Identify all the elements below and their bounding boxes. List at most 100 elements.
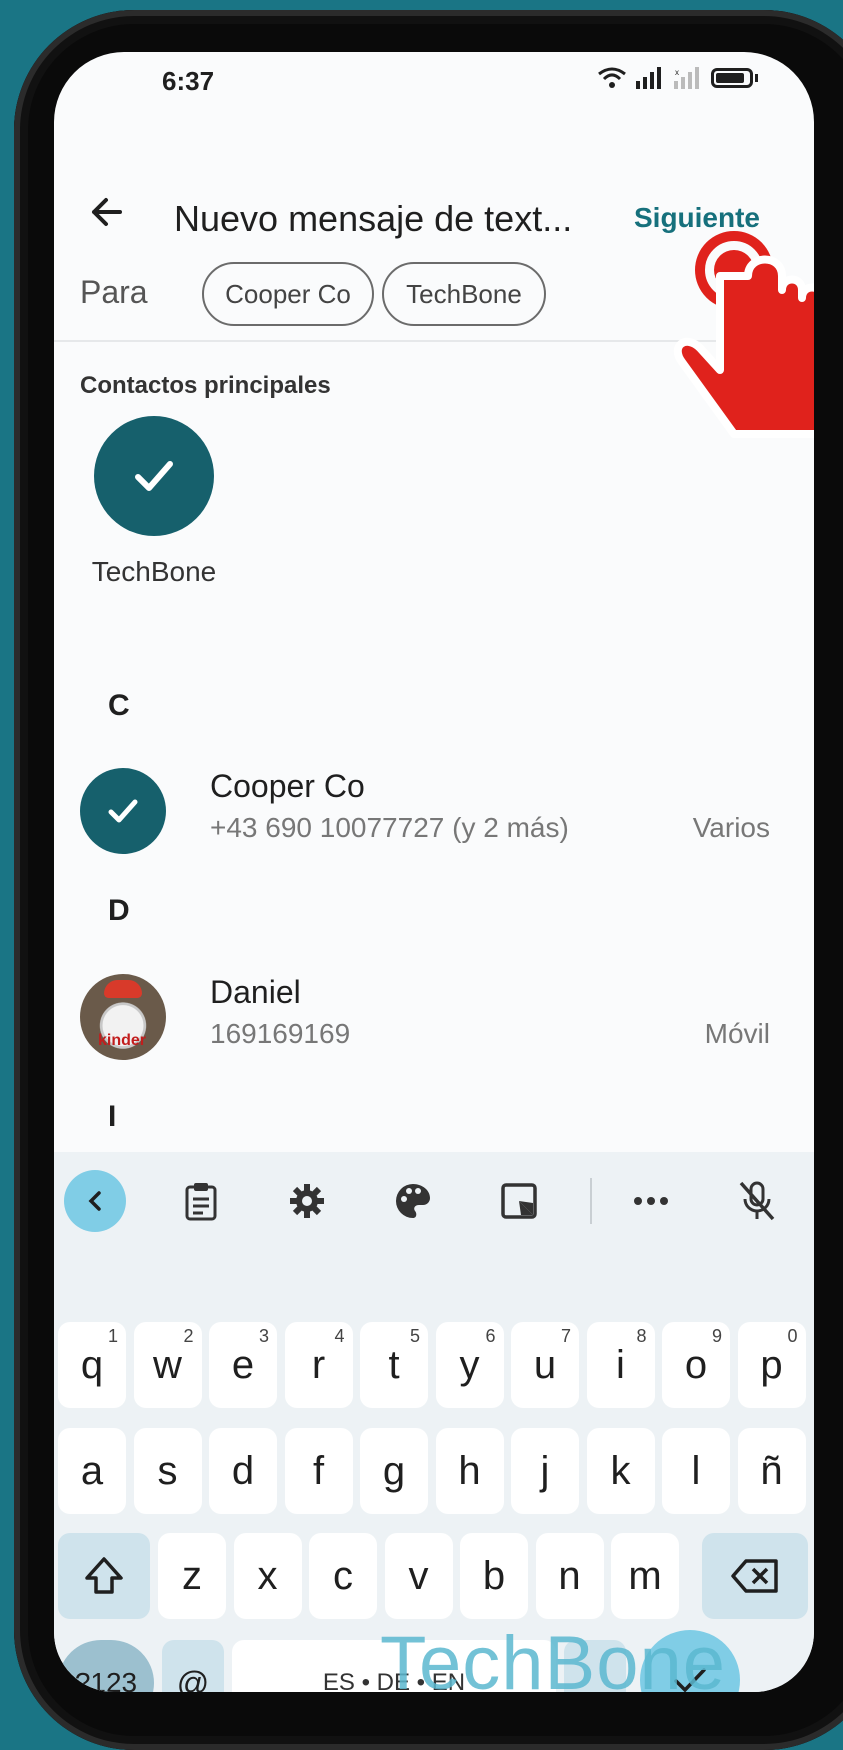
- contact-name: Cooper Co: [210, 768, 365, 804]
- check-icon: [108, 799, 138, 823]
- avatar-hat: [104, 980, 142, 998]
- top-contact-item[interactable]: TechBone: [92, 416, 216, 588]
- section-letter: I: [108, 1100, 117, 1133]
- svg-text:x: x: [675, 68, 679, 77]
- backspace-key[interactable]: [702, 1533, 808, 1619]
- key-label: r: [311, 1342, 326, 1387]
- key-n[interactable]: n: [535, 1533, 604, 1619]
- back-button[interactable]: [82, 188, 130, 236]
- key-s[interactable]: s: [133, 1428, 202, 1514]
- symbols-key[interactable]: ?123: [58, 1640, 154, 1692]
- key-label: y: [459, 1342, 480, 1387]
- phone-screen: 6:37 x Nuevo mensaje de text... Siguient…: [54, 52, 814, 1692]
- check-icon: [135, 461, 173, 491]
- clipboard-button[interactable]: [170, 1170, 232, 1232]
- battery-tip: [755, 74, 758, 82]
- key-hint: 3: [258, 1326, 269, 1346]
- contact-row[interactable]: Cooper Co +43 690 10077727 (y 2 más) Var…: [80, 764, 770, 854]
- status-time: 6:37: [162, 66, 215, 96]
- contact-type: Varios: [692, 812, 770, 843]
- keyboard-toolbar: [54, 1152, 814, 1250]
- arrow-left-icon: [92, 198, 122, 226]
- key-h[interactable]: h: [435, 1428, 504, 1514]
- keyboard: q1w2e3r4t5y6u7i8o9p0 asdfghjklñ zxcvbnm …: [54, 1152, 814, 1692]
- key-g[interactable]: g: [360, 1428, 428, 1514]
- section-letter: C: [108, 689, 130, 722]
- keyboard-collapse-button[interactable]: [64, 1170, 126, 1232]
- key-j[interactable]: j: [511, 1428, 579, 1514]
- page-title: Nuevo mensaje de text...: [174, 198, 573, 239]
- contact-number: 169169169: [210, 1018, 351, 1049]
- key-d[interactable]: d: [209, 1428, 277, 1514]
- key-k[interactable]: k: [586, 1428, 655, 1514]
- chevron-left-icon: [88, 1191, 101, 1211]
- contact-row[interactable]: kinder Daniel 169169169 Móvil: [80, 970, 770, 1060]
- key-q[interactable]: q1: [58, 1322, 126, 1408]
- key-o[interactable]: o9: [662, 1322, 730, 1408]
- top-contact-name: TechBone: [91, 556, 217, 587]
- selected-avatar: [94, 416, 214, 536]
- key-hint: 9: [711, 1326, 722, 1346]
- key-y[interactable]: y6: [435, 1322, 504, 1408]
- key-ñ[interactable]: ñ: [737, 1428, 806, 1514]
- key-label: i: [616, 1342, 625, 1387]
- signal-icon: [636, 67, 661, 89]
- status-bar: 6:37 x: [54, 52, 814, 112]
- key-hint: 6: [485, 1326, 496, 1346]
- section-label-top-contacts: Contactos principales: [80, 372, 331, 399]
- more-horizontal-icon: [634, 1197, 668, 1205]
- key-e[interactable]: e3: [209, 1322, 277, 1408]
- key-label: t: [388, 1342, 400, 1387]
- clipboard-icon: [185, 1183, 217, 1221]
- contact-number: +43 690 10077727 (y 2 más): [210, 812, 569, 843]
- key-m[interactable]: m: [611, 1533, 679, 1619]
- key-c[interactable]: c: [309, 1533, 377, 1619]
- key-label: p: [760, 1342, 783, 1387]
- avatar: kinder: [80, 974, 166, 1060]
- to-label: Para: [80, 274, 148, 310]
- palette-icon: [395, 1184, 430, 1218]
- key-r[interactable]: r4: [284, 1322, 353, 1408]
- watermark-text: TechBone: [380, 1621, 727, 1706]
- section-letter: D: [108, 894, 130, 927]
- recipient-chip[interactable]: TechBone: [382, 262, 546, 326]
- shift-icon: [85, 1557, 123, 1594]
- key-label: e: [231, 1342, 255, 1387]
- mic-off-icon: [739, 1181, 775, 1221]
- toolbar-divider: [590, 1178, 592, 1224]
- status-icons: x: [597, 66, 758, 90]
- contact-type: Móvil: [704, 1018, 770, 1049]
- gear-icon: [290, 1184, 324, 1218]
- key-a[interactable]: a: [58, 1428, 126, 1514]
- resize-button[interactable]: [488, 1170, 550, 1232]
- key-label: q: [80, 1342, 104, 1387]
- key-label: o: [684, 1342, 708, 1387]
- key-x[interactable]: x: [233, 1533, 302, 1619]
- battery-icon: [711, 68, 753, 88]
- key-l[interactable]: l: [662, 1428, 730, 1514]
- key-u[interactable]: u7: [511, 1322, 579, 1408]
- key-hint: 4: [334, 1326, 345, 1346]
- at-key[interactable]: @: [162, 1640, 224, 1692]
- key-p[interactable]: p0: [737, 1322, 806, 1408]
- key-hint: 2: [183, 1326, 194, 1346]
- more-button[interactable]: [620, 1170, 682, 1232]
- key-hint: 0: [787, 1326, 798, 1346]
- resize-icon: [501, 1183, 537, 1219]
- theme-button[interactable]: [382, 1170, 444, 1232]
- key-z[interactable]: z: [158, 1533, 226, 1619]
- settings-button[interactable]: [276, 1170, 338, 1232]
- selected-avatar: [80, 768, 166, 854]
- key-hint: 1: [107, 1326, 118, 1346]
- key-t[interactable]: t5: [360, 1322, 428, 1408]
- contact-name: Daniel: [210, 974, 301, 1010]
- recipient-chip[interactable]: Cooper Co: [202, 262, 374, 326]
- key-v[interactable]: v: [384, 1533, 453, 1619]
- key-hint: 7: [560, 1326, 571, 1346]
- voice-input-button[interactable]: [726, 1170, 788, 1232]
- shift-key[interactable]: [58, 1533, 150, 1619]
- key-b[interactable]: b: [460, 1533, 528, 1619]
- key-w[interactable]: w2: [133, 1322, 202, 1408]
- key-i[interactable]: i8: [586, 1322, 655, 1408]
- key-f[interactable]: f: [284, 1428, 353, 1514]
